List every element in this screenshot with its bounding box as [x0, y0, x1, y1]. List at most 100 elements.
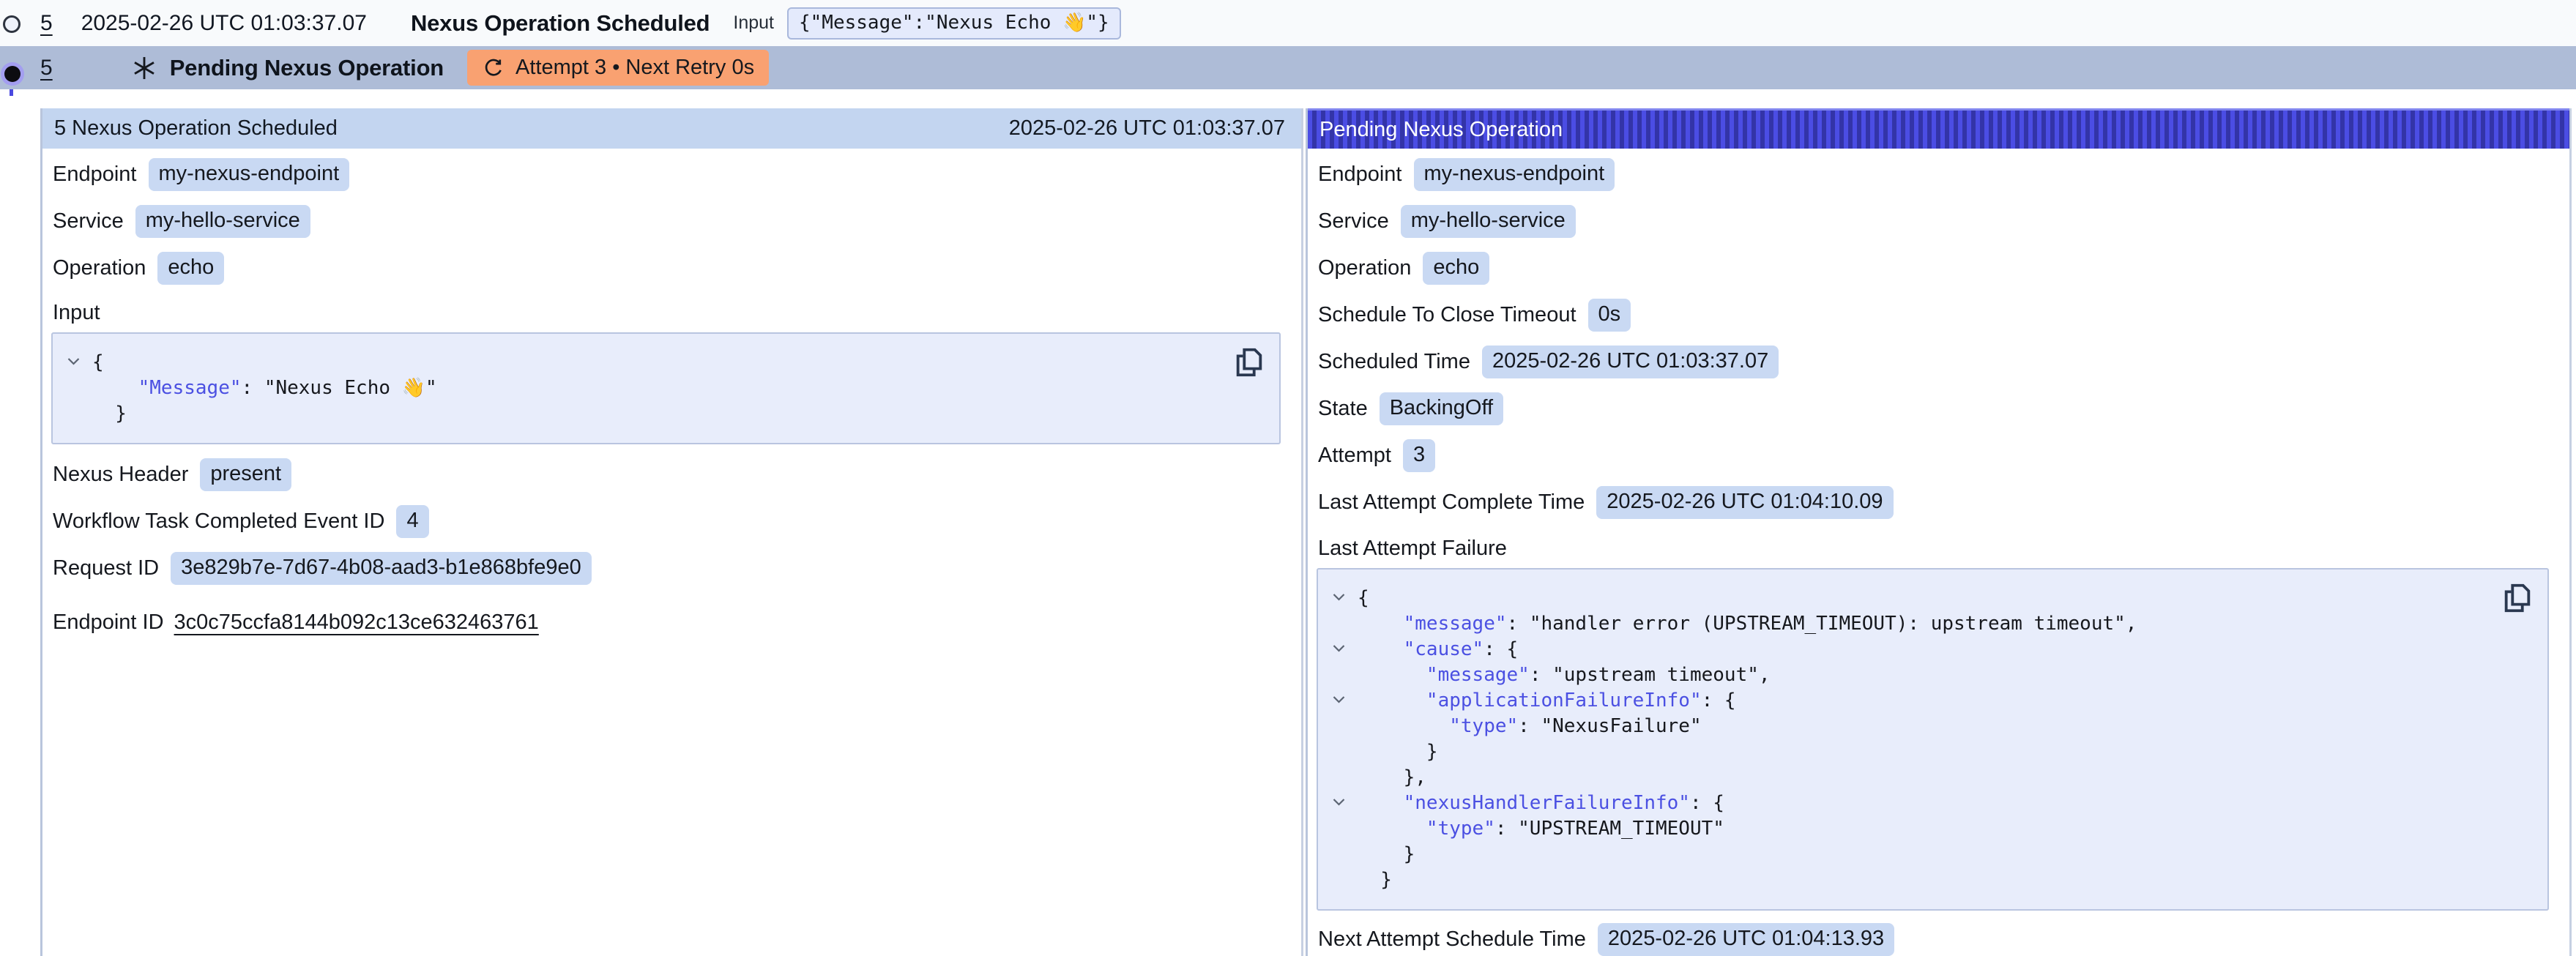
retry-icon — [482, 56, 505, 80]
copy-icon — [2501, 581, 2534, 615]
event-history-view: 5 2025-02-26 UTC 01:03:37.07 Nexus Opera… — [0, 0, 2576, 956]
attempt-retry-text: Attempt 3 • Next Retry 0s — [515, 56, 754, 80]
field-row-operation: Operation echo — [1318, 251, 2550, 285]
field-value-badge: 3 — [1403, 439, 1435, 472]
field-row-service: Service my-hello-service — [53, 204, 1282, 238]
field-value-badge: 4 — [396, 505, 428, 538]
timeline-event-marker-icon — [3, 15, 21, 33]
field-row-endpoint-id: Endpoint ID 3c0c75ccfa8144b092c13ce63246… — [53, 605, 1282, 639]
json-line-gutter — [1331, 739, 1358, 765]
json-line-gutter — [1331, 765, 1358, 791]
history-event-row[interactable]: 5 2025-02-26 UTC 01:03:37.07 Nexus Opera… — [0, 0, 2576, 46]
state-badge: BackingOff — [1380, 392, 1503, 425]
field-value-badge: my-hello-service — [1401, 205, 1576, 238]
field-value-badge: 2025-02-26 UTC 01:04:10.09 — [1596, 486, 1893, 519]
json-line: "Message": "Nexus Echo 👋" — [66, 376, 1228, 401]
event-timestamp: 2025-02-26 UTC 01:03:37.07 — [81, 11, 367, 36]
field-row-nexus-header: Nexus Header present — [53, 458, 1282, 491]
field-label: Service — [53, 209, 124, 234]
collapse-chevron-icon[interactable] — [1331, 791, 1358, 816]
attempt-retry-badge: Attempt 3 • Next Retry 0s — [467, 50, 769, 86]
json-line: "message": "upstream timeout", — [1331, 662, 2496, 688]
json-line: "nexusHandlerFailureInfo": { — [1331, 791, 2496, 816]
field-label: Scheduled Time — [1318, 350, 1470, 374]
field-value-badge: my-nexus-endpoint — [1414, 158, 1615, 191]
json-line: "message": "handler error (UPSTREAM_TIME… — [1331, 611, 2496, 637]
json-line-gutter — [1331, 662, 1358, 688]
json-line-gutter — [1331, 867, 1358, 893]
field-row-schedule-to-close-timeout: Schedule To Close Timeout 0s — [1318, 298, 2550, 332]
field-label: Operation — [53, 256, 146, 280]
event-id-link[interactable]: 5 — [40, 56, 53, 81]
field-label: Attempt — [1318, 444, 1391, 468]
input-section-label: Input — [53, 301, 1282, 325]
field-label: Next Attempt Schedule Time — [1318, 927, 1586, 952]
field-label: Schedule To Close Timeout — [1318, 303, 1577, 327]
json-line-gutter — [1331, 816, 1358, 842]
timeline-current-marker-icon — [4, 66, 21, 82]
pending-operation-title: Pending Nexus Operation — [170, 55, 444, 81]
event-id-link[interactable]: 5 — [40, 11, 53, 36]
field-row-state: State BackingOff — [1318, 392, 2550, 425]
json-line: { — [66, 350, 1228, 376]
asterisk-icon — [130, 54, 158, 82]
field-value-badge: my-hello-service — [135, 205, 310, 238]
json-line-gutter — [1331, 714, 1358, 739]
pending-operation-panel: Pending Nexus Operation Endpoint my-nexu… — [1306, 108, 2572, 956]
field-value-badge: 2025-02-26 UTC 01:03:37.07 — [1482, 346, 1779, 378]
json-line-gutter — [1331, 611, 1358, 637]
event-detail-panel: 5 Nexus Operation Scheduled 2025-02-26 U… — [40, 108, 1303, 956]
field-row-attempt: Attempt 3 — [1318, 438, 2550, 472]
field-label: State — [1318, 397, 1368, 421]
field-value-badge: 0s — [1588, 299, 1631, 332]
pending-operation-header-title: Pending Nexus Operation — [1319, 118, 1563, 142]
field-value-badge: 2025-02-26 UTC 01:04:13.93 — [1598, 923, 1894, 956]
copy-button[interactable] — [2501, 581, 2534, 615]
field-value-badge: echo — [157, 252, 224, 285]
copy-icon — [1232, 346, 1266, 379]
last-attempt-failure-label: Last Attempt Failure — [1318, 537, 2550, 561]
field-label: Request ID — [53, 556, 159, 580]
json-line: "type": "UPSTREAM_TIMEOUT" — [1331, 816, 2496, 842]
field-label: Last Attempt Complete Time — [1318, 490, 1585, 515]
collapse-chevron-icon[interactable] — [1331, 637, 1358, 662]
field-row-endpoint: Endpoint my-nexus-endpoint — [53, 157, 1282, 191]
json-line: "type": "NexusFailure" — [1331, 714, 2496, 739]
field-value-badge: 3e829b7e-7d67-4b08-aad3-b1e868bfe9e0 — [171, 552, 592, 585]
collapse-chevron-icon[interactable] — [66, 350, 92, 376]
input-json-block: { "Message": "Nexus Echo 👋" } — [51, 332, 1281, 444]
json-line: } — [1331, 739, 2496, 765]
failure-json-block: { "message": "handler error (UPSTREAM_TI… — [1317, 568, 2549, 911]
field-row-next-attempt-schedule-time: Next Attempt Schedule Time 2025-02-26 UT… — [1318, 922, 2550, 956]
json-line: { — [1331, 586, 2496, 611]
event-detail-header: 5 Nexus Operation Scheduled 2025-02-26 U… — [42, 108, 1301, 149]
endpoint-id-link[interactable]: 3c0c75ccfa8144b092c13ce632463761 — [174, 610, 539, 635]
event-detail-time: 2025-02-26 UTC 01:03:37.07 — [1009, 116, 1285, 141]
field-row-request-id: Request ID 3e829b7e-7d67-4b08-aad3-b1e86… — [53, 551, 1282, 585]
json-line-gutter — [66, 376, 92, 401]
pending-operation-header: Pending Nexus Operation — [1308, 108, 2569, 149]
collapse-chevron-icon[interactable] — [1331, 688, 1358, 714]
copy-button[interactable] — [1232, 346, 1266, 379]
collapse-chevron-icon[interactable] — [1331, 586, 1358, 611]
field-row-service: Service my-hello-service — [1318, 204, 2550, 238]
field-value-badge: present — [200, 458, 291, 491]
field-value-badge: my-nexus-endpoint — [149, 158, 350, 191]
field-row-scheduled-time: Scheduled Time 2025-02-26 UTC 01:03:37.0… — [1318, 345, 2550, 378]
field-label: Operation — [1318, 256, 1411, 280]
field-row-wft-completed-event-id: Workflow Task Completed Event ID 4 — [53, 504, 1282, 538]
field-value-badge: echo — [1423, 252, 1489, 285]
input-label: Input — [733, 12, 774, 34]
field-label: Service — [1318, 209, 1389, 234]
event-detail-title: 5 Nexus Operation Scheduled — [54, 116, 338, 141]
json-line: } — [1331, 867, 2496, 893]
field-label: Workflow Task Completed Event ID — [53, 509, 384, 534]
json-line-gutter — [66, 401, 92, 427]
field-row-endpoint: Endpoint my-nexus-endpoint — [1318, 157, 2550, 191]
field-label: Nexus Header — [53, 463, 188, 487]
json-line: "applicationFailureInfo": { — [1331, 688, 2496, 714]
pending-operation-row[interactable]: 5 Pending Nexus Operation Attempt 3 • Ne… — [0, 46, 2576, 89]
json-line: } — [66, 401, 1228, 427]
field-row-operation: Operation echo — [53, 251, 1282, 285]
field-label: Endpoint ID — [53, 610, 164, 635]
